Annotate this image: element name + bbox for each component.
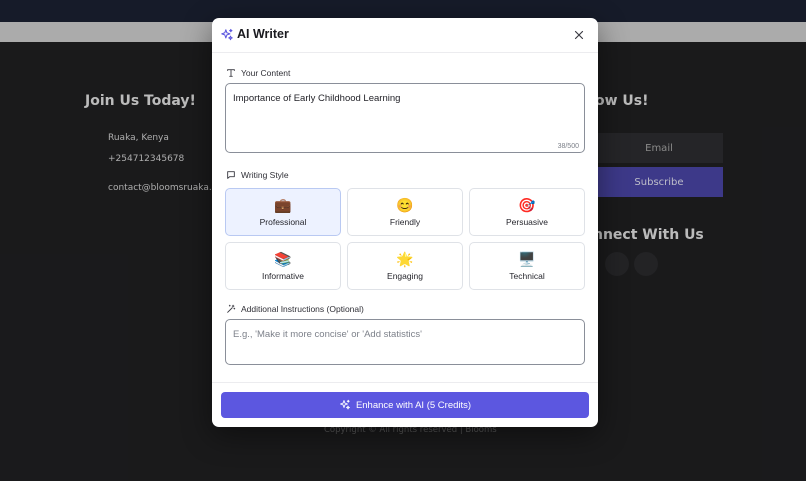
- star-icon: 🌟: [396, 251, 414, 267]
- smiley-icon: 😊: [396, 197, 414, 213]
- style-option-informative[interactable]: 📚 Informative: [225, 242, 341, 290]
- ai-writer-modal: AI Writer Your Content Importance of Ear…: [212, 18, 598, 427]
- style-option-label: Persuasive: [505, 217, 549, 227]
- instructions-label-text: Additional Instructions (Optional): [241, 304, 364, 314]
- target-icon: 🎯: [518, 197, 536, 213]
- style-option-persuasive[interactable]: 🎯 Persuasive: [469, 188, 585, 236]
- style-option-label: Professional: [259, 217, 307, 227]
- magic-wand-icon: [227, 304, 236, 313]
- content-textarea[interactable]: Importance of Early Childhood Learning 3…: [225, 83, 585, 153]
- style-option-professional[interactable]: 💼 Professional: [225, 188, 341, 236]
- modal-footer-divider: [212, 382, 598, 383]
- instructions-section-label: Additional Instructions (Optional): [226, 302, 364, 316]
- style-option-label: Engaging: [387, 271, 423, 281]
- enhance-button-label: Enhance with AI (5 Credits): [355, 399, 472, 411]
- sparkles-icon: [221, 28, 233, 41]
- style-option-label: Friendly: [389, 217, 421, 227]
- text-icon: [227, 69, 235, 77]
- message-square-icon: [227, 171, 235, 179]
- style-option-label: Technical: [509, 271, 545, 281]
- instructions-textarea[interactable]: E.g., 'Make it more concise' or 'Add sta…: [225, 319, 585, 365]
- briefcase-icon: 💼: [274, 197, 292, 213]
- modal-header: AI Writer: [212, 18, 598, 53]
- content-value: Importance of Early Childhood Learning: [233, 93, 401, 104]
- content-section-label: Your Content: [226, 66, 290, 80]
- style-label-text: Writing Style: [241, 170, 289, 180]
- style-option-technical[interactable]: 🖥️ Technical: [469, 242, 585, 290]
- char-counter: 38/500: [557, 143, 579, 150]
- content-label-text: Your Content: [241, 68, 291, 78]
- sparkles-icon: [339, 399, 350, 410]
- style-section-label: Writing Style: [226, 168, 289, 182]
- style-option-engaging[interactable]: 🌟 Engaging: [347, 242, 463, 290]
- modal-title: AI Writer: [237, 27, 289, 41]
- instructions-placeholder: E.g., 'Make it more concise' or 'Add sta…: [233, 329, 422, 340]
- style-option-label: Informative: [261, 271, 305, 281]
- close-icon[interactable]: [572, 28, 586, 42]
- enhance-with-ai-button[interactable]: Enhance with AI (5 Credits): [221, 392, 589, 418]
- monitor-icon: 🖥️: [518, 251, 536, 267]
- style-option-friendly[interactable]: 😊 Friendly: [347, 188, 463, 236]
- books-icon: 📚: [274, 251, 292, 267]
